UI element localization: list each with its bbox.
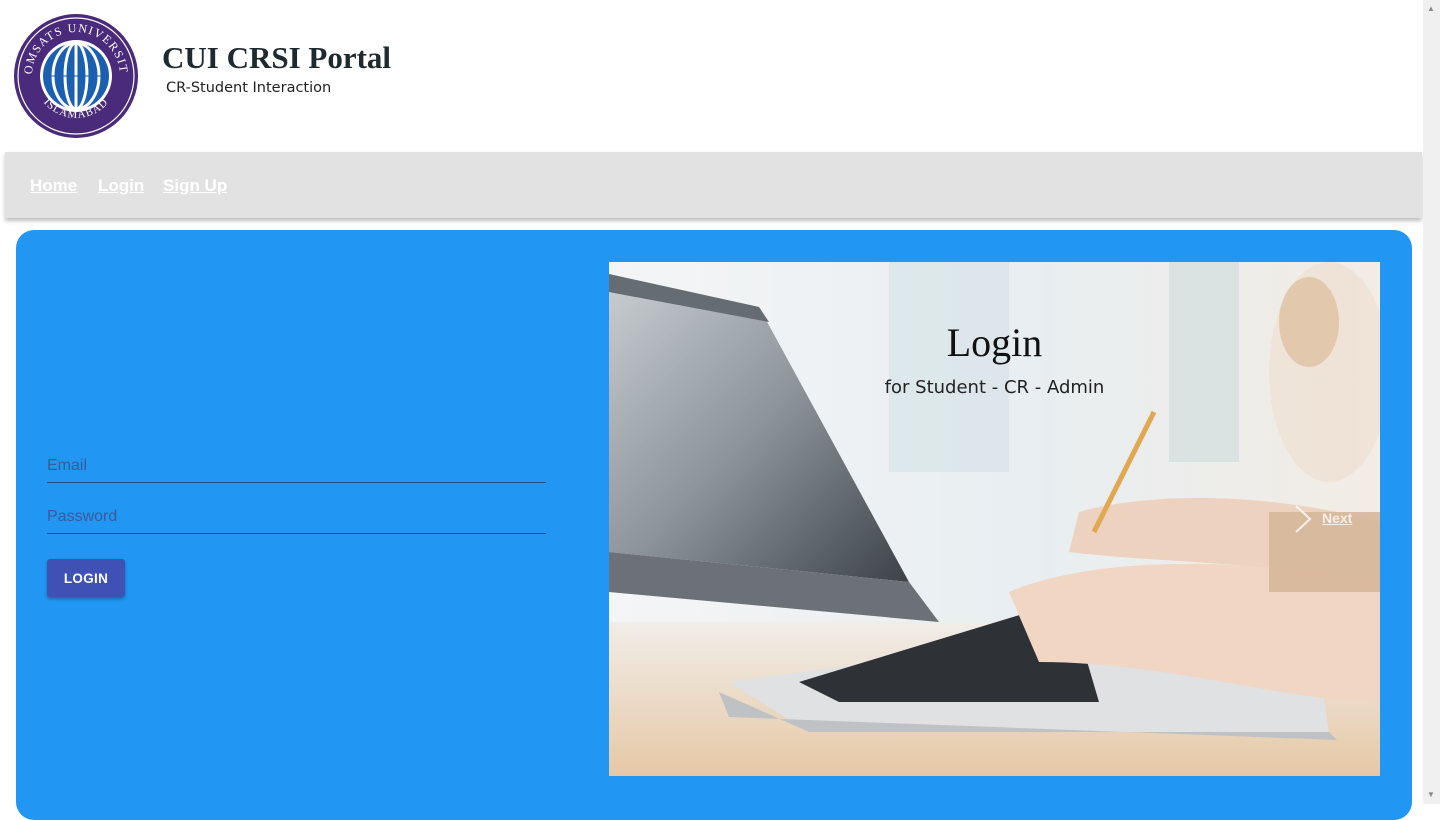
site-title: CUI CRSI Portal xyxy=(162,40,392,75)
nav-link-login[interactable]: Login xyxy=(98,176,144,196)
university-logo: COMSATS UNIVERSITY ISLAMABAD xyxy=(13,13,138,138)
login-button[interactable]: LOGIN xyxy=(47,559,125,597)
chevron-right-icon xyxy=(1295,505,1312,533)
email-underline xyxy=(47,482,546,483)
scroll-up-arrow-icon[interactable]: ▲ xyxy=(1427,4,1435,13)
site-header: COMSATS UNIVERSITY ISLAMABAD CUI CRSI Po… xyxy=(5,4,1422,152)
password-underline xyxy=(47,533,546,534)
vertical-scrollbar[interactable] xyxy=(1423,0,1440,804)
navbar: Home Login Sign Up xyxy=(5,152,1422,218)
scroll-down-arrow-icon[interactable]: ▼ xyxy=(1427,790,1435,799)
carousel-next-button[interactable]: Next xyxy=(1292,504,1352,534)
email-input[interactable] xyxy=(47,449,546,483)
login-carousel: Login for Student - CR - Admin Next xyxy=(609,262,1380,776)
carousel-title: Login xyxy=(946,320,1043,365)
nav-link-sign-up[interactable]: Sign Up xyxy=(163,176,227,196)
login-panel: Email Password LOGIN Login for Student -… xyxy=(16,230,1412,820)
page: COMSATS UNIVERSITY ISLAMABAD CUI CRSI Po… xyxy=(5,4,1422,820)
nav-link-home[interactable]: Home xyxy=(30,176,77,196)
carousel-subtitle: for Student - CR - Admin xyxy=(884,377,1105,398)
site-subtitle: CR-Student Interaction xyxy=(166,80,332,96)
carousel-next-label: Next xyxy=(1322,510,1353,526)
password-input[interactable] xyxy=(47,500,546,534)
